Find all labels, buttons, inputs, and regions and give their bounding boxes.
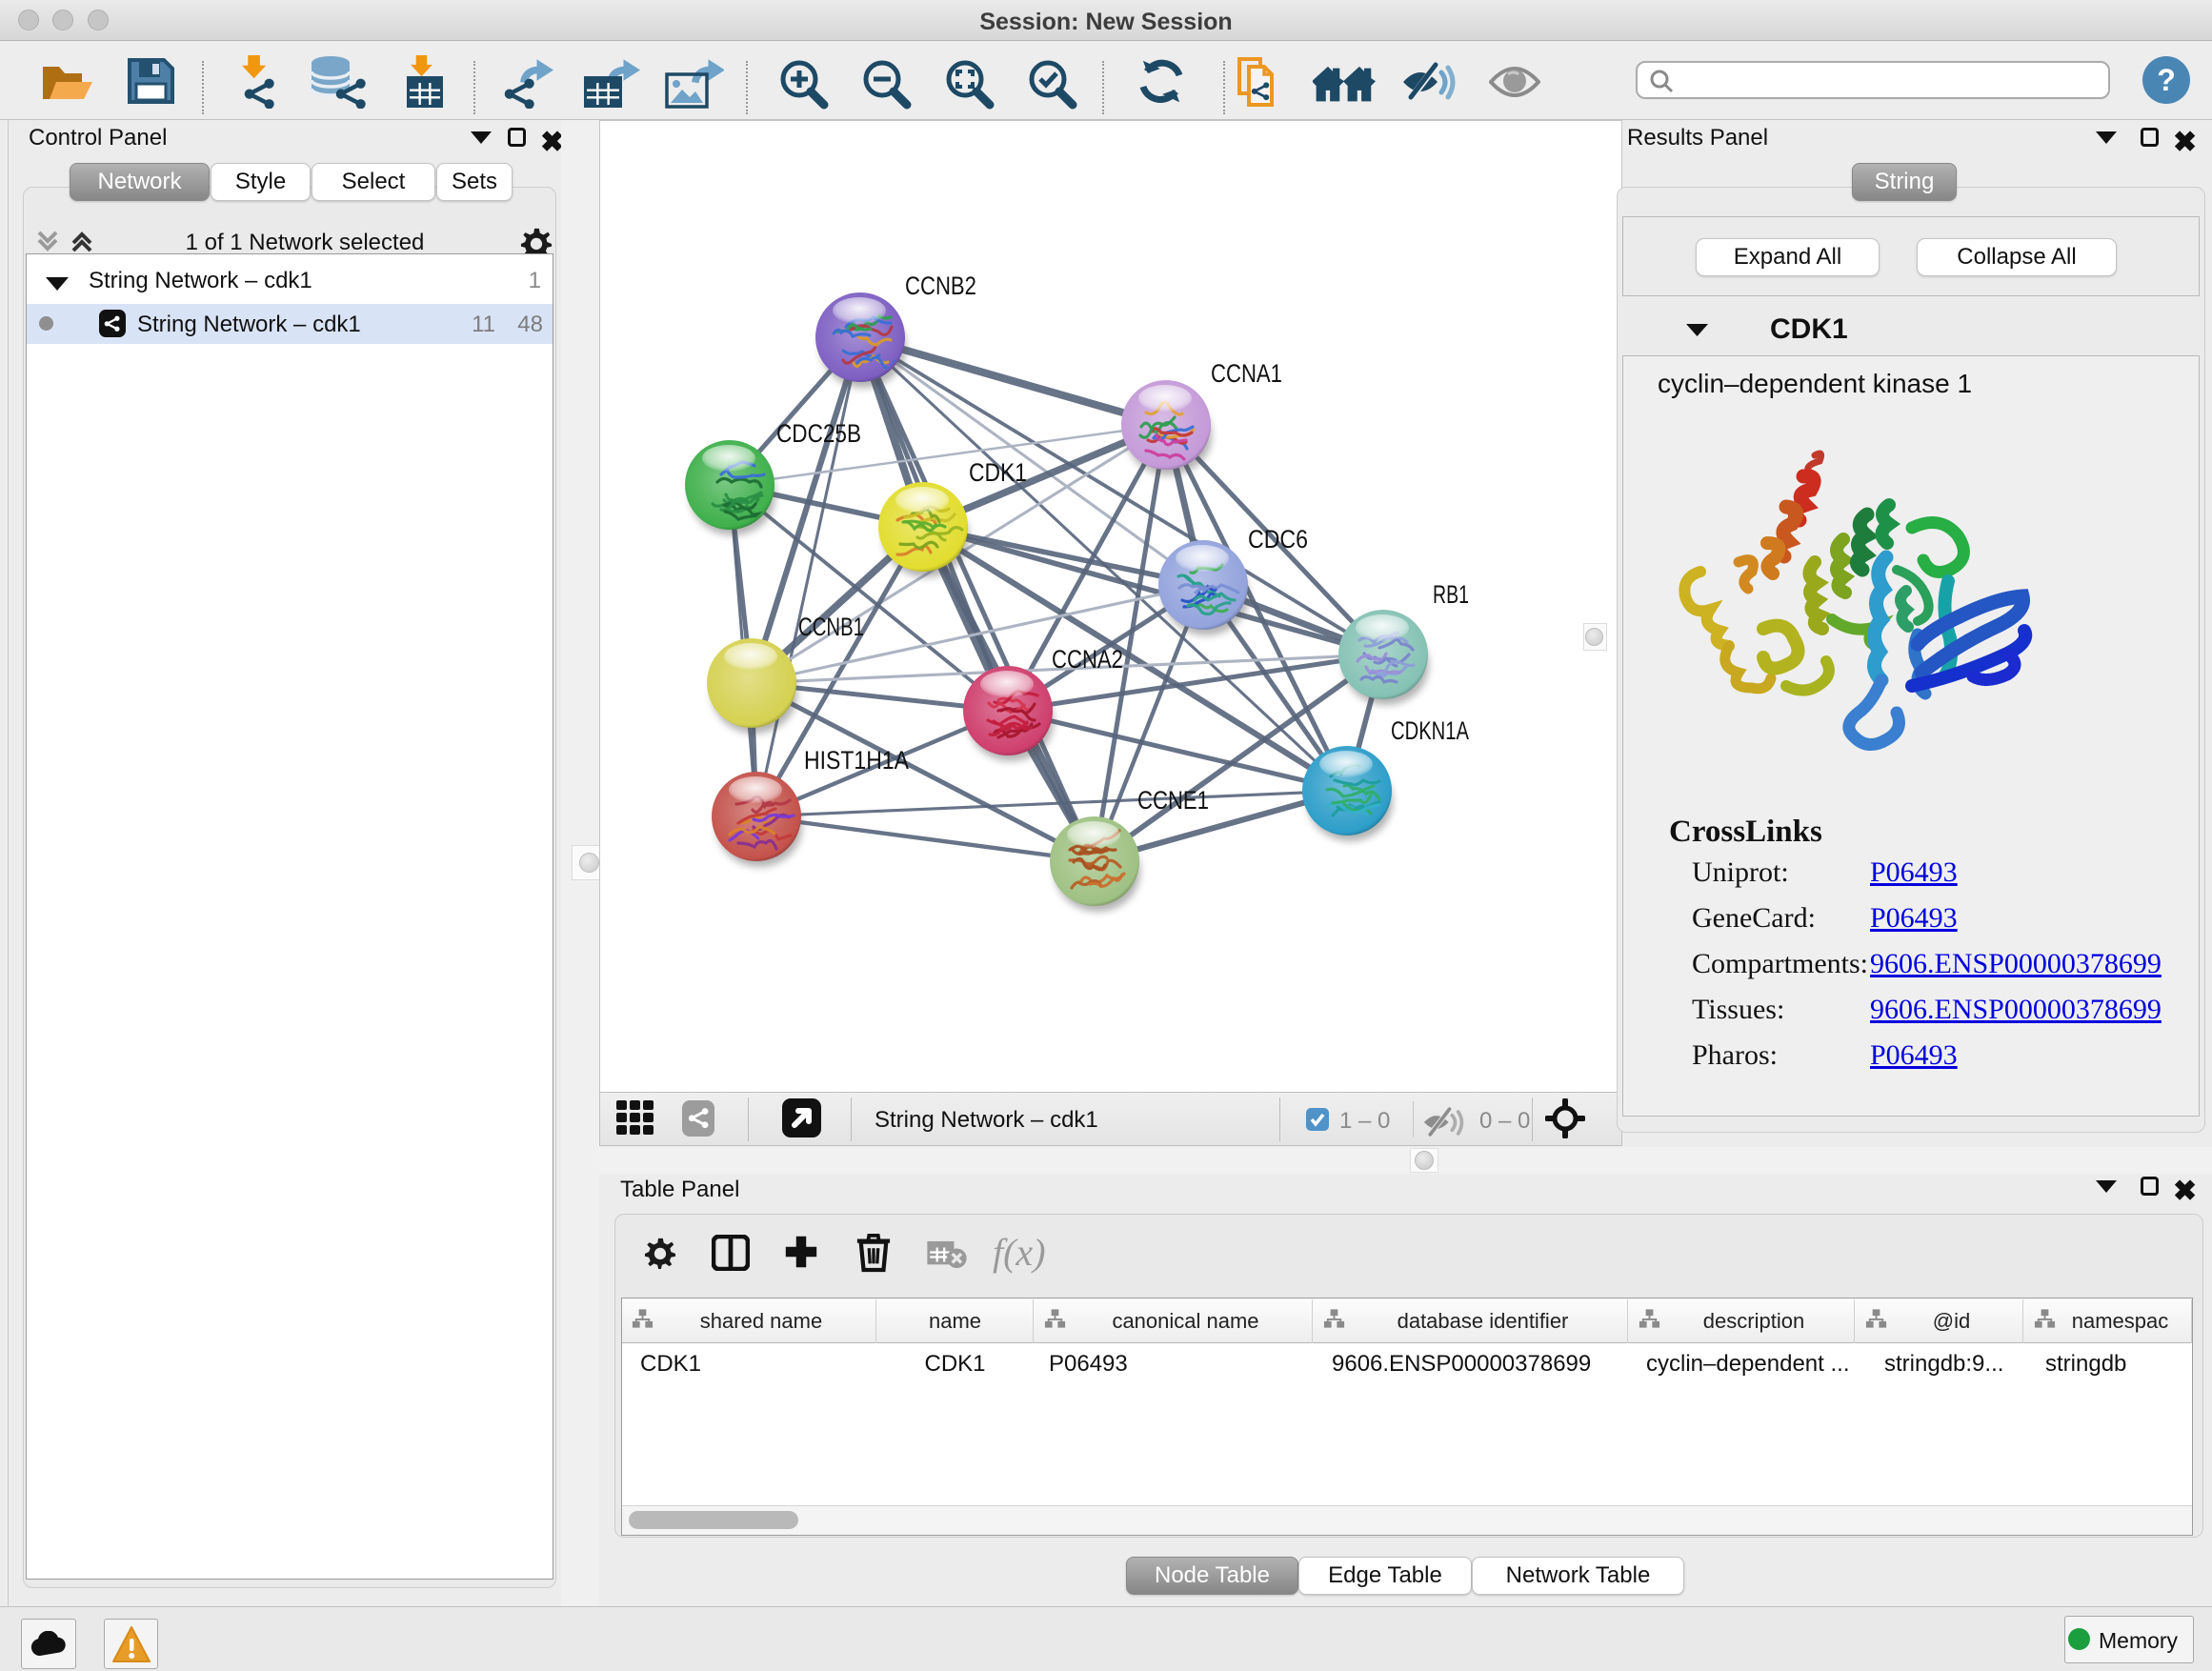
svg-text:CDKN1A: CDKN1A	[1391, 716, 1469, 745]
svg-text:CDC6: CDC6	[1248, 525, 1308, 554]
svg-text:CCNA1: CCNA1	[1211, 359, 1282, 388]
svg-text:CCNB2: CCNB2	[905, 272, 976, 300]
svg-text:HIST1H1A: HIST1H1A	[804, 746, 909, 775]
svg-text:CCNA2: CCNA2	[1052, 645, 1123, 674]
svg-text:CDK1: CDK1	[969, 458, 1027, 487]
svg-text:CCNE1: CCNE1	[1137, 786, 1209, 815]
svg-text:RB1: RB1	[1433, 580, 1469, 609]
svg-text:CDC25B: CDC25B	[776, 419, 861, 448]
svg-text:CCNB1: CCNB1	[798, 613, 864, 641]
